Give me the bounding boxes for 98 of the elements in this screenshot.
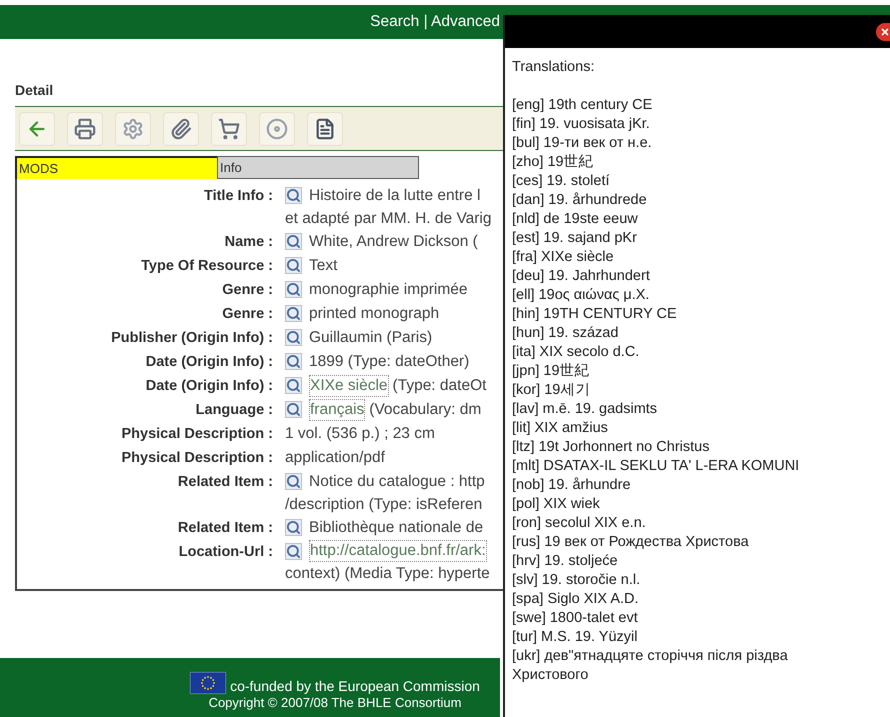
value-link[interactable]: http://catalogue.bnf.fr/ark: — [309, 540, 487, 562]
translation-line: [est] 19. sajand pKr — [512, 229, 638, 248]
magnifier-icon[interactable] — [285, 401, 302, 418]
field-label: Location-Url : — [178, 544, 273, 560]
field-value: White, Andrew Dickson ( — [309, 232, 478, 252]
translation-line: [jpn] 19世紀 — [512, 362, 591, 381]
magnifier-icon[interactable] — [285, 542, 302, 560]
translation-line: [kor] 19세기 — [512, 381, 592, 400]
field-label: Language : — [196, 402, 273, 418]
magnifier-icon[interactable] — [285, 257, 302, 274]
field-label: Physical Description : — [122, 426, 273, 442]
value-link[interactable]: XIXe siècle — [309, 374, 389, 396]
copyright-text: Copyright © 2007/08 The BHLE Consortium — [208, 695, 462, 711]
header-nav[interactable]: Search | Advanced — [370, 10, 500, 34]
magnifier-icon[interactable] — [285, 281, 302, 298]
field-value: (Type: dateOt — [392, 376, 486, 396]
translation-line: [lit] XIX amžius — [512, 419, 609, 438]
settings-icon — [122, 118, 144, 140]
close-icon — [880, 26, 890, 36]
field-value: Histoire de la lutte entre l — [309, 186, 480, 206]
translation-line: [fin] 19. vuosisata jKr. — [512, 115, 651, 134]
magnifier-icon[interactable] — [285, 377, 302, 394]
field-label: Publisher (Origin Info) : — [111, 330, 273, 346]
translation-line: [mlt] DSATAX-IL SEKLU TA' L-ERA KOMUNI — [512, 457, 800, 476]
field-value: et adapté par MM. H. de Varig — [285, 209, 492, 229]
field-value: Bibliothèque nationale de — [309, 518, 484, 538]
field-label: Date (Origin Info) : — [146, 378, 273, 394]
field-label: Type Of Resource : — [141, 258, 273, 274]
field-value: application/pdf — [285, 448, 385, 468]
field-label: Genre : — [222, 306, 273, 322]
translation-line: [bul] 19-ти век от н.е. — [512, 134, 653, 153]
translation-line: [deu] 19. Jahrhundert — [512, 267, 651, 286]
field-value: Guillaumin (Paris) — [309, 328, 432, 348]
document-button[interactable] — [307, 112, 343, 146]
cart-icon — [218, 118, 240, 140]
magnifier-icon[interactable] — [285, 305, 302, 322]
field-label: Physical Description : — [122, 450, 273, 466]
cart-button[interactable] — [211, 112, 247, 146]
field-value: /description (Type: isReferen — [285, 495, 482, 515]
disc-icon — [266, 118, 288, 140]
paperclip-icon — [170, 118, 192, 140]
translation-line: [pol] XIX wiek — [512, 495, 601, 514]
field-value: Notice du catalogue : http — [309, 472, 485, 492]
translation-line: [ukr] дев"ятнадцяте сторіччя після різдва Христового — [512, 647, 789, 685]
translation-line: [swe] 1800-talet evt — [512, 609, 639, 628]
translation-line: [hun] 19. század — [512, 324, 620, 343]
translation-line: [zho] 19世紀 — [512, 153, 595, 172]
close-button[interactable] — [876, 22, 890, 40]
translation-line: [tur] M.S. 19. Yüzyil — [512, 628, 638, 647]
tab[interactable]: MODS — [15, 156, 217, 179]
field-value: printed monograph — [309, 304, 440, 324]
translation-line: [lav] m.ē. 19. gadsimts — [512, 400, 658, 419]
field-label: Name : — [224, 234, 273, 250]
printer-icon — [74, 118, 96, 140]
translation-line: [dan] 19. århundrede — [512, 191, 648, 210]
field-label: Related Item : — [178, 520, 273, 536]
field-label: Genre : — [222, 282, 273, 298]
translation-line: [spa] Siglo XIX A.D. — [512, 590, 640, 609]
translation-line: [ltz] 19t Jorhonnert no Christus — [512, 438, 710, 457]
settings-button[interactable] — [115, 112, 151, 146]
magnifier-icon[interactable] — [285, 519, 302, 536]
translation-line: [rus] 19 век от Рождества Христова — [512, 533, 750, 552]
field-label: Related Item : — [178, 474, 273, 490]
field-value: monographie imprimée — [309, 280, 468, 300]
translation-line: [ell] 19ος αιώνας μ.Χ. — [512, 286, 650, 305]
magnifier-icon[interactable] — [285, 473, 302, 490]
field-value: context) (Media Type: hyperte — [285, 564, 490, 584]
translation-line: [fra] XIXe siècle — [512, 248, 615, 267]
disc-button[interactable] — [259, 112, 295, 146]
translation-line: [nob] 19. århundre — [512, 476, 632, 495]
tab[interactable]: Info — [217, 156, 419, 179]
magnifier-icon[interactable] — [285, 353, 302, 370]
eu-flag-icon — [190, 672, 226, 694]
field-value: 1 vol. (536 p.) ; 23 cm — [285, 424, 435, 444]
translation-line: [hrv] 19. stoljeće — [512, 552, 619, 571]
magnifier-icon[interactable] — [285, 187, 302, 204]
magnifier-icon[interactable] — [285, 233, 302, 250]
printer-button[interactable] — [67, 112, 103, 146]
paperclip-button[interactable] — [163, 112, 199, 146]
back-arrow-button[interactable] — [19, 112, 55, 146]
translation-line: [ces] 19. století — [512, 172, 611, 191]
translation-line: [ita] XIX secolo d.C. — [512, 343, 640, 362]
translation-line: [slv] 19. storočie n.l. — [512, 571, 642, 590]
magnifier-icon[interactable] — [285, 329, 302, 346]
translation-line: [nld] de 19ste eeuw — [512, 210, 639, 229]
field-label: Date (Origin Info) : — [146, 354, 273, 370]
funding-text: co-funded by the European Commission — [230, 678, 480, 694]
page-title: Detail — [15, 81, 54, 100]
translation-line: [ron] secolul XIX e.n. — [512, 514, 647, 533]
value-link[interactable]: français — [309, 398, 366, 420]
field-value: 1899 (Type: dateOther) — [309, 352, 470, 372]
popup-heading: Translations: — [512, 58, 596, 77]
field-value: (Vocabulary: dm — [369, 400, 482, 420]
field-value: Text — [309, 256, 338, 276]
document-icon — [314, 118, 336, 140]
translation-line: [hin] 19TH CENTURY CE — [512, 305, 678, 324]
field-label: Title Info : — [204, 188, 273, 204]
translation-line: [eng] 19th century CE — [512, 96, 654, 115]
